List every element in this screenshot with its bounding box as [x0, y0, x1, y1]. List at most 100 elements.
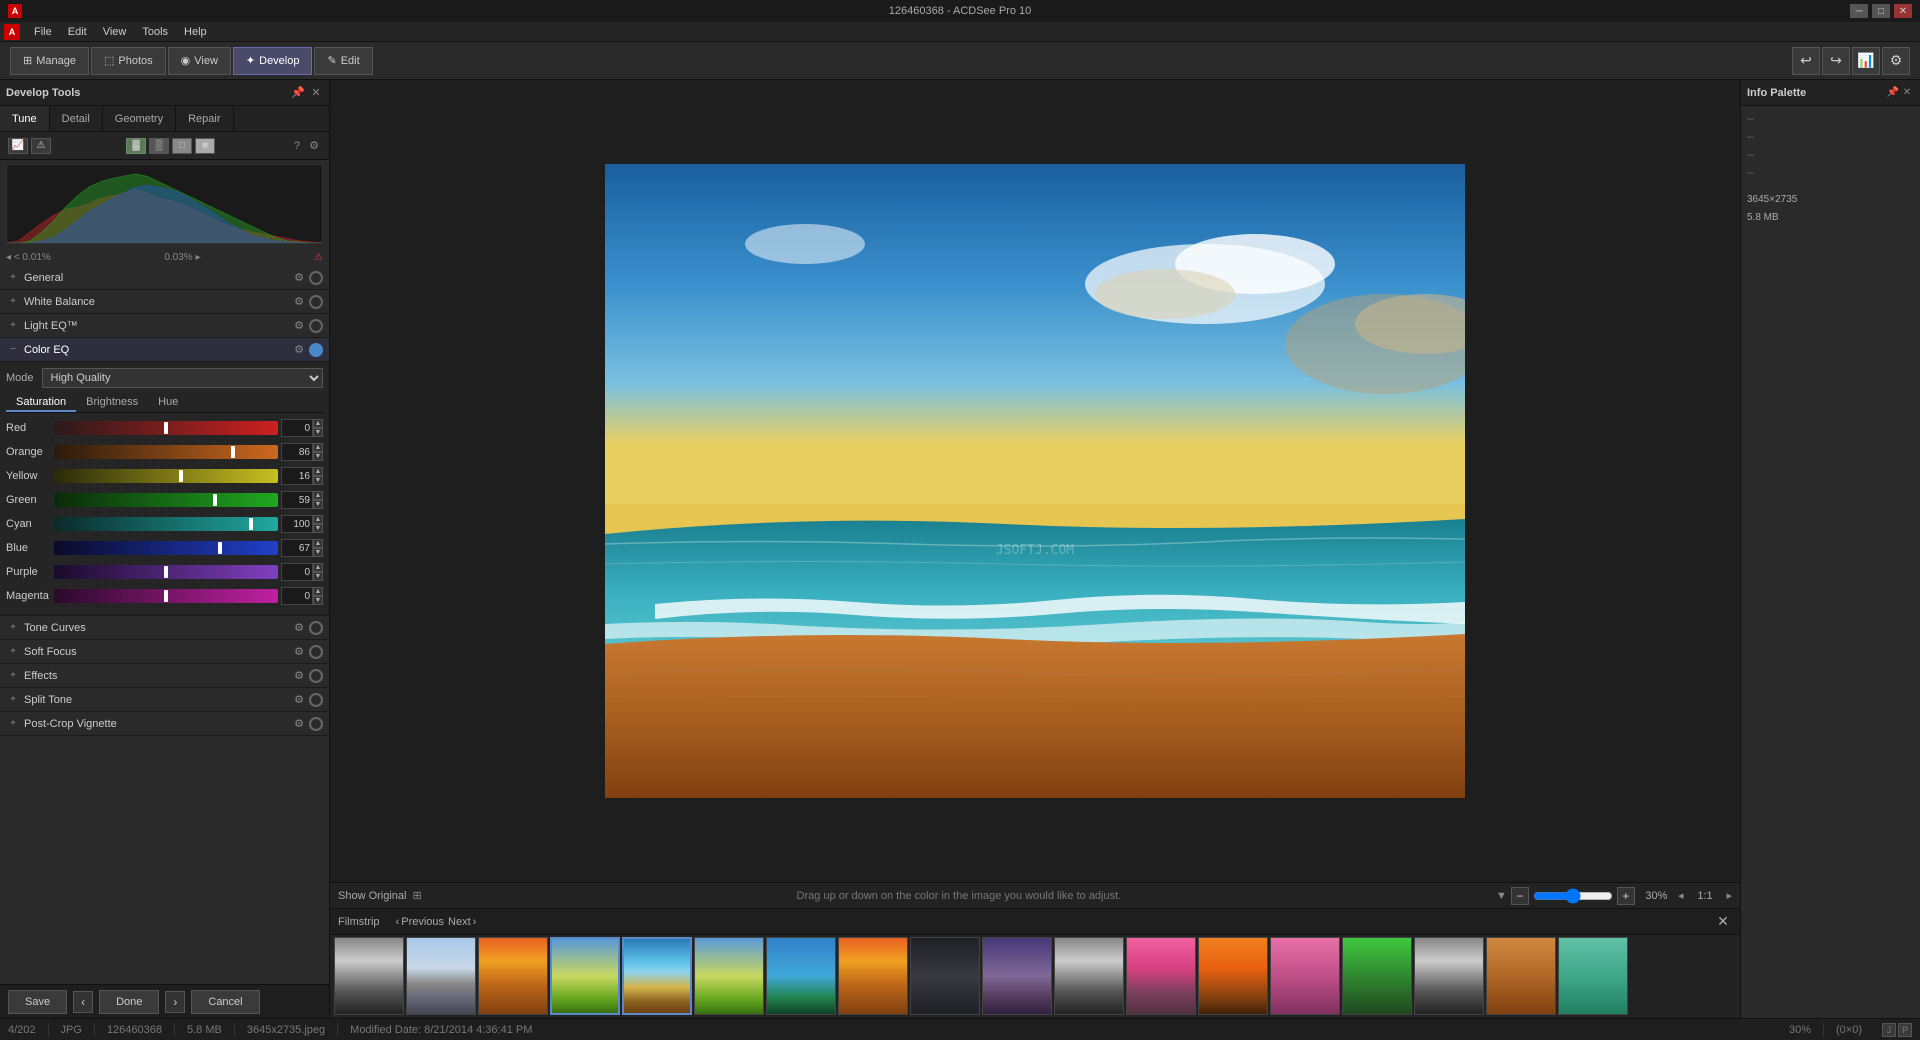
- panel-close-button[interactable]: ✕: [309, 86, 323, 100]
- zoom-left-arrow[interactable]: ◂: [1678, 889, 1684, 902]
- histogram-icon[interactable]: 📈: [8, 138, 28, 154]
- maximize-button[interactable]: □: [1872, 4, 1890, 18]
- slider-spin-down-blue[interactable]: ▼: [313, 548, 323, 557]
- chart-button[interactable]: 📊: [1852, 47, 1880, 75]
- next-nav-button[interactable]: ›: [165, 991, 185, 1013]
- menu-file[interactable]: File: [26, 24, 60, 40]
- slider-spin-up-blue[interactable]: ▲: [313, 539, 323, 548]
- prev-nav-button[interactable]: ‹: [73, 991, 93, 1013]
- section-pcv-gear-icon[interactable]: ⚙: [292, 717, 306, 731]
- photos-button[interactable]: ⬚ Photos: [91, 47, 166, 75]
- filmstrip-thumb-10[interactable]: [982, 937, 1052, 1015]
- minimize-button[interactable]: ─: [1850, 4, 1868, 18]
- section-color-eq[interactable]: − Color EQ ⚙: [0, 338, 329, 362]
- slider-track-blue[interactable]: [54, 541, 278, 555]
- section-light-eq[interactable]: + Light EQ™ ⚙: [0, 314, 329, 338]
- slider-value-orange[interactable]: 86: [281, 443, 313, 461]
- slider-thumb-orange[interactable]: [231, 446, 235, 458]
- gear-button[interactable]: ⚙: [307, 139, 321, 153]
- slider-spin-up-yellow[interactable]: ▲: [313, 467, 323, 476]
- cancel-button[interactable]: Cancel: [191, 990, 259, 1014]
- section-general[interactable]: + General ⚙: [0, 266, 329, 290]
- mode-select[interactable]: High Quality: [42, 368, 323, 388]
- slider-value-purple[interactable]: 0: [281, 563, 313, 581]
- section-tone-curves[interactable]: + Tone Curves ⚙: [0, 616, 329, 640]
- section-st-toggle-circle[interactable]: [309, 693, 323, 707]
- slider-spin-up-purple[interactable]: ▲: [313, 563, 323, 572]
- slider-spin-up-magenta[interactable]: ▲: [313, 587, 323, 596]
- filmstrip-thumb-6[interactable]: [694, 937, 764, 1015]
- slider-thumb-green[interactable]: [213, 494, 217, 506]
- section-ceq-toggle-circle[interactable]: [309, 343, 323, 357]
- slider-value-red[interactable]: 0: [281, 419, 313, 437]
- slider-thumb-magenta[interactable]: [164, 590, 168, 602]
- slider-thumb-purple[interactable]: [164, 566, 168, 578]
- tab-geometry[interactable]: Geometry: [103, 106, 176, 131]
- tab-tune[interactable]: Tune: [0, 106, 50, 131]
- help-button[interactable]: ?: [290, 139, 304, 153]
- section-effects[interactable]: + Effects ⚙: [0, 664, 329, 688]
- slider-spin-up-cyan[interactable]: ▲: [313, 515, 323, 524]
- menu-edit[interactable]: Edit: [60, 24, 95, 40]
- close-button[interactable]: ✕: [1894, 4, 1912, 18]
- filmstrip-close-button[interactable]: ✕: [1714, 913, 1732, 931]
- filmstrip-thumb-4[interactable]: [550, 937, 620, 1015]
- slider-thumb-blue[interactable]: [218, 542, 222, 554]
- warning-icon[interactable]: ⚠: [31, 138, 51, 154]
- slider-value-blue[interactable]: 67: [281, 539, 313, 557]
- section-eff-gear-icon[interactable]: ⚙: [292, 669, 306, 683]
- tab-repair[interactable]: Repair: [176, 106, 233, 131]
- panel-pin-button[interactable]: 📌: [291, 86, 305, 100]
- filmstrip-thumb-16[interactable]: [1414, 937, 1484, 1015]
- slider-value-green[interactable]: 59: [281, 491, 313, 509]
- filmstrip-thumb-17[interactable]: [1486, 937, 1556, 1015]
- slider-thumb-cyan[interactable]: [249, 518, 253, 530]
- section-post-crop[interactable]: + Post-Crop Vignette ⚙: [0, 712, 329, 736]
- view-button[interactable]: ◉ View: [168, 47, 231, 75]
- filmstrip-thumb-14[interactable]: [1270, 937, 1340, 1015]
- filmstrip-thumb-3[interactable]: [478, 937, 548, 1015]
- filmstrip-thumb-7[interactable]: [766, 937, 836, 1015]
- filmstrip-thumb-18[interactable]: [1558, 937, 1628, 1015]
- slider-track-orange[interactable]: [54, 445, 278, 459]
- section-eff-toggle-circle[interactable]: [309, 669, 323, 683]
- slider-spin-down-orange[interactable]: ▼: [313, 452, 323, 461]
- zoom-in-button[interactable]: +: [1617, 887, 1635, 905]
- slider-spin-down-purple[interactable]: ▼: [313, 572, 323, 581]
- section-st-gear-icon[interactable]: ⚙: [292, 693, 306, 707]
- section-sf-toggle-circle[interactable]: [309, 645, 323, 659]
- zoom-out-button[interactable]: −: [1511, 887, 1529, 905]
- info-panel-close-button[interactable]: ✕: [1900, 86, 1914, 100]
- develop-button[interactable]: ✦ Develop: [233, 47, 313, 75]
- filmstrip-thumb-8[interactable]: [838, 937, 908, 1015]
- slider-track-magenta[interactable]: [54, 589, 278, 603]
- edit-button[interactable]: ✎ Edit: [314, 47, 372, 75]
- filmstrip-thumb-12[interactable]: [1126, 937, 1196, 1015]
- dropdown-arrow-icon[interactable]: ▼: [1496, 890, 1507, 902]
- filmstrip-next-button[interactable]: Next ›: [448, 916, 476, 928]
- slider-value-cyan[interactable]: 100: [281, 515, 313, 533]
- filmstrip-thumb-11[interactable]: [1054, 937, 1124, 1015]
- slider-thumb-yellow[interactable]: [179, 470, 183, 482]
- slider-spin-up-red[interactable]: ▲: [313, 419, 323, 428]
- zoom-right-arrow[interactable]: ▸: [1726, 889, 1732, 902]
- section-wb-gear-icon[interactable]: ⚙: [292, 295, 306, 309]
- slider-track-green[interactable]: [54, 493, 278, 507]
- section-pcv-toggle-circle[interactable]: [309, 717, 323, 731]
- section-leq-gear-icon[interactable]: ⚙: [292, 319, 306, 333]
- settings-button[interactable]: ⚙: [1882, 47, 1910, 75]
- sub-tab-hue[interactable]: Hue: [148, 394, 188, 412]
- menu-tools[interactable]: Tools: [134, 24, 176, 40]
- slider-spin-down-green[interactable]: ▼: [313, 500, 323, 509]
- show-original-button[interactable]: Show Original: [338, 890, 406, 902]
- manage-button[interactable]: ⊞ Manage: [10, 47, 89, 75]
- slider-track-yellow[interactable]: [54, 469, 278, 483]
- slider-track-cyan[interactable]: [54, 517, 278, 531]
- section-tc-toggle-circle[interactable]: [309, 621, 323, 635]
- section-sf-gear-icon[interactable]: ⚙: [292, 645, 306, 659]
- slider-value-magenta[interactable]: 0: [281, 587, 313, 605]
- sub-tab-brightness[interactable]: Brightness: [76, 394, 148, 412]
- section-split-tone[interactable]: + Split Tone ⚙: [0, 688, 329, 712]
- section-tc-gear-icon[interactable]: ⚙: [292, 621, 306, 635]
- menu-view[interactable]: View: [95, 24, 135, 40]
